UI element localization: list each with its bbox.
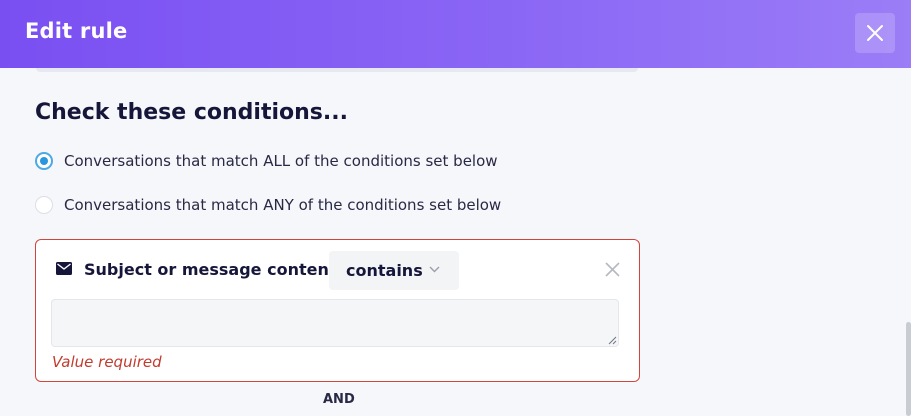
remove-condition-icon[interactable] (605, 262, 620, 277)
close-icon (867, 25, 883, 41)
match-any-label: Conversations that match ANY of the cond… (64, 196, 502, 214)
modal-header: Edit rule (0, 0, 911, 68)
match-any-option[interactable]: Conversations that match ANY of the cond… (35, 196, 501, 214)
match-any-radio[interactable] (35, 196, 53, 214)
condition-field-label: Subject or message content (84, 260, 337, 279)
error-message: Value required (52, 353, 162, 371)
collapsed-panel-edge (36, 68, 638, 72)
operator-value: contains (346, 261, 423, 280)
scrollbar[interactable] (906, 322, 911, 416)
condition-joiner: AND (323, 392, 355, 407)
operator-dropdown[interactable]: contains (329, 251, 459, 290)
close-button[interactable] (855, 13, 895, 53)
resize-grip-icon[interactable] (607, 335, 617, 345)
section-title: Check these conditions... (35, 100, 348, 125)
condition-card: Subject or message content contains Valu… (35, 239, 640, 382)
condition-value-input[interactable] (51, 299, 619, 347)
envelope-icon (56, 262, 72, 275)
chevron-down-icon (429, 266, 440, 273)
match-all-option[interactable]: Conversations that match ALL of the cond… (35, 152, 498, 170)
match-all-radio[interactable] (35, 152, 53, 170)
match-all-label: Conversations that match ALL of the cond… (64, 152, 498, 170)
modal-title: Edit rule (25, 19, 128, 43)
